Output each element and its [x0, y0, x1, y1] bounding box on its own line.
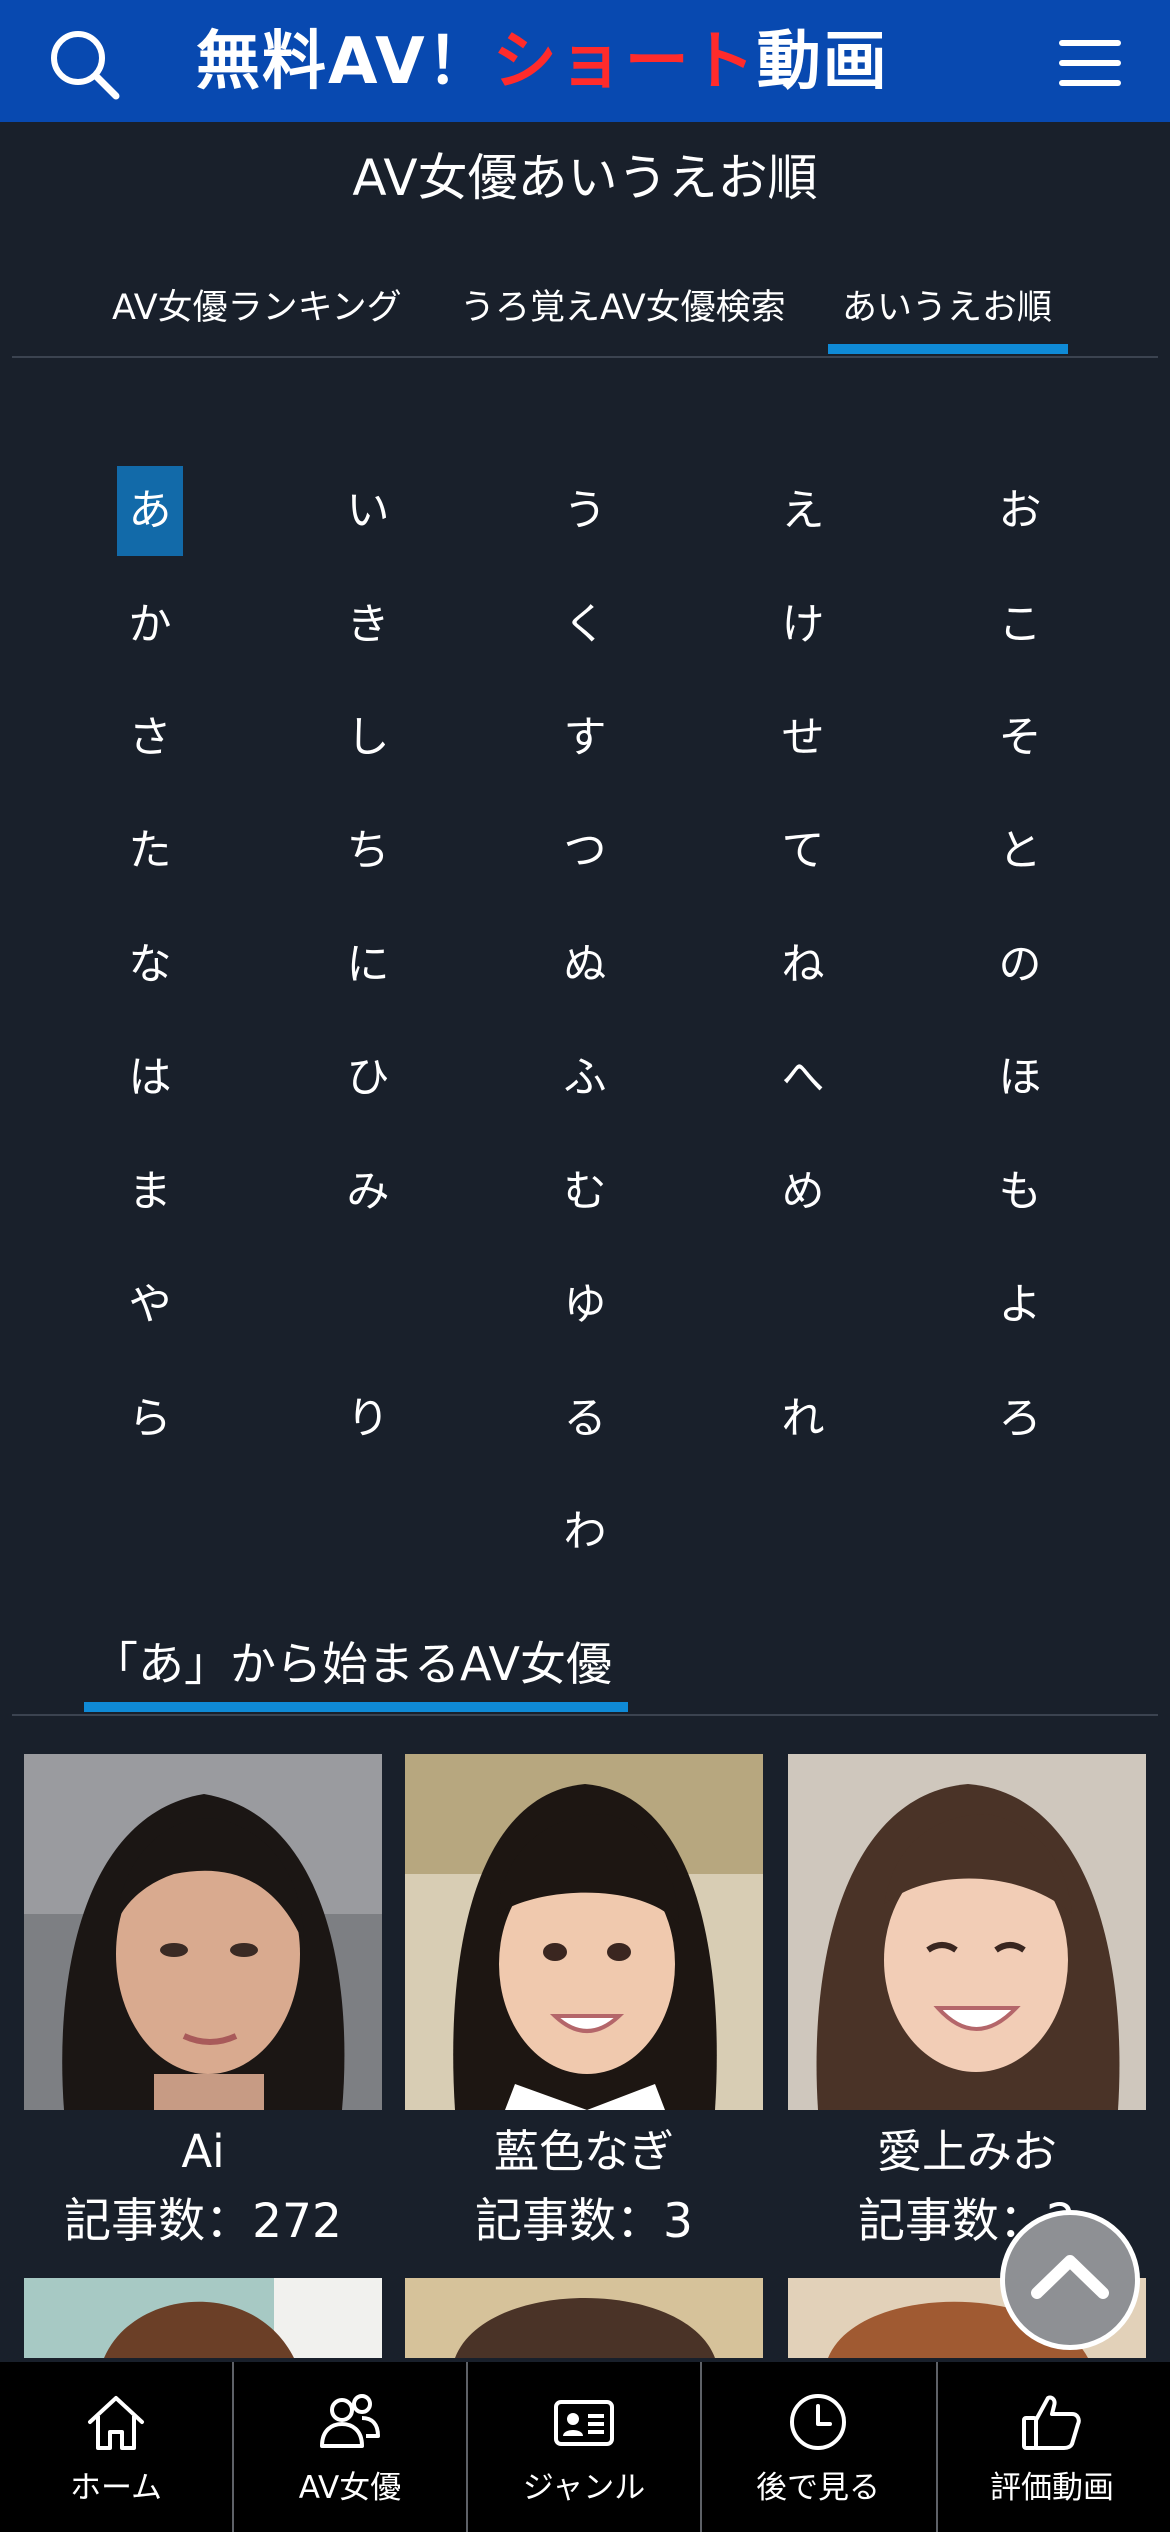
- kana-link[interactable]: な: [117, 920, 183, 1010]
- kana-link[interactable]: か: [117, 580, 183, 670]
- nav-genre[interactable]: ジャンル: [468, 2362, 700, 2532]
- divider: [700, 2362, 702, 2532]
- article-count: 記事数：272: [64, 2194, 342, 2249]
- kana-link[interactable]: お: [987, 466, 1053, 556]
- kana-link[interactable]: そ: [987, 693, 1053, 783]
- divider: [232, 2362, 234, 2532]
- nav-label: 後で見る: [756, 2470, 880, 2506]
- kana-link[interactable]: み: [335, 1147, 401, 1237]
- kana-link[interactable]: と: [987, 806, 1053, 896]
- actress-name[interactable]: 愛上みお: [788, 2120, 1146, 2184]
- scroll-to-top-button[interactable]: [1000, 2210, 1140, 2350]
- kana-link[interactable]: く: [552, 580, 618, 670]
- section-title: 「あ」から始まるAV女優: [92, 1637, 612, 1691]
- nav-rated-videos[interactable]: 評価動画: [936, 2362, 1168, 2532]
- search-icon[interactable]: [46, 26, 122, 102]
- actress-card[interactable]: Ai 記事数：272: [24, 1754, 382, 2260]
- kana-link[interactable]: わ: [552, 1487, 618, 1577]
- nav-label: AV女優: [298, 2470, 402, 2506]
- kana-link[interactable]: は: [117, 1033, 183, 1123]
- tab-ranking[interactable]: AV女優ランキング: [112, 270, 402, 346]
- kana-link[interactable]: え: [770, 466, 836, 556]
- kana-link[interactable]: い: [335, 466, 401, 556]
- kana-link[interactable]: ゆ: [552, 1260, 618, 1350]
- kana-link[interactable]: し: [335, 693, 401, 783]
- kana-link[interactable]: き: [335, 580, 401, 670]
- kana-link[interactable]: の: [987, 920, 1053, 1010]
- kana-link[interactable]: せ: [770, 693, 836, 783]
- kana-link[interactable]: め: [770, 1147, 836, 1237]
- tab-aiueo-order[interactable]: あいうえお順: [842, 270, 1052, 346]
- kana-link[interactable]: ぬ: [552, 920, 618, 1010]
- actress-photo[interactable]: [24, 1754, 382, 2110]
- kana-link[interactable]: つ: [552, 806, 618, 896]
- kana-link[interactable]: る: [552, 1374, 618, 1464]
- article-count: 記事数：3: [475, 2194, 693, 2249]
- divider: [12, 356, 1158, 358]
- kana-link[interactable]: へ: [770, 1033, 836, 1123]
- id-card-icon: [554, 2400, 614, 2446]
- divider: [12, 1714, 1158, 1716]
- kana-link[interactable]: ま: [117, 1147, 183, 1237]
- kana-link[interactable]: も: [987, 1147, 1053, 1237]
- actress-photo[interactable]: [405, 2278, 763, 2358]
- logo-text-red: ショート: [492, 25, 757, 99]
- logo-text-part2: 動画: [756, 25, 889, 99]
- kana-link[interactable]: す: [552, 693, 618, 783]
- kana-link[interactable]: よ: [987, 1260, 1053, 1350]
- kana-link[interactable]: ら: [117, 1374, 183, 1464]
- kana-link[interactable]: れ: [770, 1374, 836, 1464]
- kana-link[interactable]: ほ: [987, 1033, 1053, 1123]
- header: 無料AV！ショート動画: [0, 0, 1170, 122]
- actress-name[interactable]: Ai: [24, 2120, 382, 2184]
- thumbs-up-icon: [1022, 2395, 1081, 2450]
- hamburger-menu-icon[interactable]: [1050, 30, 1130, 96]
- kana-link[interactable]: た: [117, 806, 183, 896]
- nav-label: 評価動画: [990, 2470, 1114, 2506]
- actress-card[interactable]: 愛上みお 記事数：2: [788, 1754, 1146, 2260]
- clock-icon: [790, 2394, 846, 2450]
- kana-link[interactable]: ね: [770, 920, 836, 1010]
- actress-photo[interactable]: [788, 1754, 1146, 2110]
- nav-label: ジャンル: [522, 2470, 646, 2506]
- kana-link[interactable]: り: [335, 1374, 401, 1464]
- kana-link[interactable]: や: [117, 1260, 183, 1350]
- logo-text-part1: 無料AV！: [196, 25, 493, 99]
- tab-vague-search[interactable]: うろ覚えAV女優検索: [460, 270, 786, 346]
- nav-label: ホーム: [69, 2470, 163, 2506]
- kana-link[interactable]: ふ: [552, 1033, 618, 1123]
- kana-link[interactable]: に: [335, 920, 401, 1010]
- actress-name[interactable]: 藍色なぎ: [405, 2120, 763, 2184]
- nav-watch-later[interactable]: 後で見る: [702, 2362, 934, 2532]
- kana-link[interactable]: ひ: [335, 1033, 401, 1123]
- kana-link[interactable]: ち: [335, 806, 401, 896]
- actress-photo[interactable]: [24, 2278, 382, 2358]
- kana-link[interactable]: あ: [117, 466, 183, 556]
- home-icon: [88, 2396, 144, 2450]
- kana-link[interactable]: こ: [987, 580, 1053, 670]
- users-icon: [320, 2394, 380, 2448]
- divider: [936, 2362, 938, 2532]
- chevron-up-icon: [1031, 2255, 1109, 2299]
- kana-link[interactable]: む: [552, 1147, 618, 1237]
- active-tab-indicator: [828, 344, 1068, 354]
- bottom-nav: ホーム AV女優 ジャンル 後で見る 評価動画: [0, 2362, 1170, 2532]
- nav-home[interactable]: ホーム: [0, 2362, 232, 2532]
- kana-link[interactable]: て: [770, 806, 836, 896]
- kana-link[interactable]: ろ: [987, 1374, 1053, 1464]
- page-title: AV女優あいうえお順: [352, 149, 818, 207]
- nav-actresses[interactable]: AV女優: [234, 2362, 466, 2532]
- section-title-underline: [84, 1702, 628, 1712]
- divider: [466, 2362, 468, 2532]
- kana-link[interactable]: け: [770, 580, 836, 670]
- actress-card[interactable]: 藍色なぎ 記事数：3: [405, 1754, 763, 2260]
- kana-link[interactable]: う: [552, 466, 618, 556]
- actress-photo[interactable]: [405, 1754, 763, 2110]
- kana-link[interactable]: さ: [117, 693, 183, 783]
- site-logo[interactable]: 無料AV！ショート動画: [196, 20, 889, 104]
